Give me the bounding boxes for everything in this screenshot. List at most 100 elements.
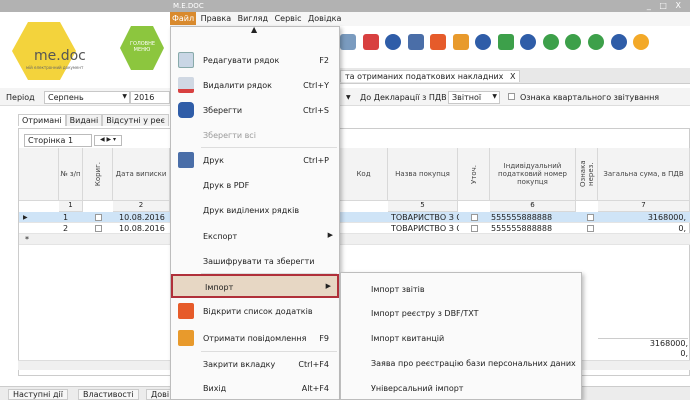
document-tab[interactable]: та отриманих податкових накладних X [340, 70, 521, 82]
menu-item-import[interactable]: Імпорт ▶ [171, 274, 339, 298]
menu-item-receive-messages[interactable]: Отримати повідомлення F9 [171, 327, 339, 349]
clarification-checkbox[interactable] [471, 223, 478, 234]
menu-item-edit-row[interactable]: Редагувати рядок F2 [171, 49, 339, 71]
delete-icon [178, 77, 194, 93]
save-icon [178, 102, 194, 118]
submenu-import-reports[interactable]: Імпорт звітів [371, 285, 425, 294]
page-select[interactable]: Сторінка 1 [24, 134, 92, 147]
table-row[interactable]: ▶ 1 10.08.2016 ТОВАРИСТВО З О 5555558888… [19, 212, 690, 223]
tab-missing[interactable]: Відсутні у реє [102, 114, 169, 126]
menu-item-label: Зберегти [203, 106, 243, 115]
header-tax-number[interactable]: Індивідуальний податковий номер покупця [490, 148, 576, 201]
new-row[interactable]: * [19, 234, 690, 245]
list-icon[interactable] [430, 34, 447, 50]
submenu-import-registry[interactable]: Імпорт реєстру з DBF/TXT [371, 309, 478, 318]
total-sum: 3168000, [598, 338, 688, 348]
year-select[interactable]: 2016 [130, 91, 170, 104]
menu-service[interactable]: Сервіс [273, 12, 304, 25]
menu-item-exit[interactable]: Вихід Alt+F4 [171, 377, 339, 399]
correction-checkbox[interactable] [95, 223, 102, 234]
logo-area: me.doc мій електронний документ ГОЛОВНЕ … [0, 12, 170, 87]
menu-help[interactable]: Довідка [306, 12, 343, 25]
row-total: 3168000, [647, 213, 686, 222]
menu-item-close-tab[interactable]: Закрити вкладку Ctrl+F4 [171, 353, 339, 375]
check-icon[interactable] [497, 34, 514, 50]
nonresident-checkbox[interactable] [587, 223, 594, 234]
print-icon[interactable] [407, 34, 424, 50]
delete-icon[interactable] [362, 34, 379, 50]
header-clarification[interactable]: Уточ. [458, 148, 490, 201]
menu-item-shortcut: Alt+F4 [301, 384, 329, 393]
menu-item-print-selected[interactable]: Друк виділених рядків [171, 199, 339, 221]
shield-icon[interactable] [610, 34, 627, 50]
header-buyer-name[interactable]: Назва покупця [388, 148, 458, 201]
edit-icon [178, 52, 194, 68]
submenu-universal-import[interactable]: Універсальний імпорт [371, 384, 463, 393]
window-controls[interactable]: _ □ X [647, 1, 684, 10]
menu-item-open-attachments[interactable]: Відкрити список додатків [171, 300, 339, 322]
row-date: 10.08.2016 [119, 224, 165, 233]
submenu-personal-data-application[interactable]: Заява про реєстрацію бази персональних д… [371, 359, 576, 368]
menu-item-save[interactable]: Зберегти Ctrl+S [171, 99, 339, 121]
tab-next-actions[interactable]: Наступні дії [8, 389, 68, 400]
header-correction[interactable]: Кориг. [83, 148, 113, 201]
row-total: 0, [678, 224, 686, 233]
menu-item-encrypt-save[interactable]: Зашифрувати та зберегти [171, 250, 339, 272]
chevron-down-icon: ▼ [122, 93, 127, 100]
save-icon[interactable] [385, 34, 402, 50]
menu-edit[interactable]: Правка [199, 12, 233, 25]
edit-icon[interactable] [340, 34, 356, 50]
menu-item-label: Зберегти всі [203, 131, 256, 140]
tab-issued[interactable]: Видані [65, 114, 103, 126]
header-total[interactable]: Загальна сума, в ПДВ [598, 148, 690, 201]
menu-item-print-pdf[interactable]: Друк в PDF [171, 174, 339, 196]
header-number[interactable]: № з/п [59, 148, 83, 201]
row-date: 10.08.2016 [119, 213, 165, 222]
menu-item-export[interactable]: Експорт ▶ [171, 225, 339, 247]
menu-item-label: Друк [203, 156, 224, 165]
menu-item-label: Друк в PDF [203, 181, 250, 190]
menu-item-label: Отримати повідомлення [203, 334, 307, 343]
menu-item-shortcut: Ctrl+S [302, 106, 329, 115]
menu-item-label: Зашифрувати та зберегти [203, 257, 315, 266]
chevron-right-icon: ▶ [325, 282, 331, 290]
menu-item-print[interactable]: Друк Ctrl+P [171, 149, 339, 171]
scroll-up-icon[interactable]: ▲ [251, 25, 257, 34]
header-code[interactable]: Код [340, 148, 388, 201]
menu-item-delete-row[interactable]: Видалити рядок Ctrl+Y [171, 74, 339, 96]
menu-item-label: Видалити рядок [203, 81, 272, 90]
tab-properties[interactable]: Властивості [78, 389, 139, 400]
declaration-value: Звітної [452, 93, 482, 102]
refresh-icon[interactable] [542, 34, 559, 50]
submenu-import-receipts[interactable]: Імпорт квитанцій [371, 334, 444, 343]
row-tax-number: 555555888888 [491, 224, 553, 233]
filter-icon[interactable] [565, 34, 582, 50]
header-date[interactable]: Дата виписки [113, 148, 170, 201]
tab-received[interactable]: Отримані [18, 114, 66, 126]
menu-item-shortcut: F9 [319, 334, 329, 343]
chevron-down-icon[interactable]: ▼ [346, 94, 351, 101]
document-tab-label: та отриманих податкових накладних [345, 72, 504, 81]
quarterly-checkbox[interactable] [508, 92, 515, 101]
declaration-select[interactable]: Звітної ▼ [448, 91, 500, 104]
sync-icon[interactable] [588, 34, 605, 50]
receive-icon[interactable] [452, 34, 469, 50]
pager[interactable]: ◀ ▶ ▾ [94, 135, 122, 146]
nonresident-checkbox[interactable] [587, 212, 594, 223]
import-submenu: Імпорт звітів Імпорт реєстру з DBF/TXT І… [340, 272, 582, 400]
month-select[interactable]: Серпень ▼ [44, 91, 130, 104]
menu-file[interactable]: Файл [170, 12, 197, 25]
row-tax-number: 555555888888 [491, 213, 553, 222]
help-icon[interactable] [633, 34, 650, 50]
close-tab-icon[interactable]: X [510, 72, 515, 81]
menu-view[interactable]: Вигляд [236, 12, 270, 25]
menu-item-shortcut: Ctrl+Y [303, 81, 329, 90]
table-row[interactable]: 2 10.08.2016 ТОВАРИСТВО З О 555555888888… [19, 223, 690, 234]
correction-checkbox[interactable] [95, 212, 102, 223]
header-nonresident[interactable]: Ознака нерез. [576, 148, 598, 201]
clarification-checkbox[interactable] [471, 212, 478, 223]
settings-icon[interactable] [520, 34, 537, 50]
send-icon[interactable] [475, 34, 492, 50]
window-title: M.E.DOC [173, 2, 204, 10]
year-value: 2016 [134, 93, 155, 102]
